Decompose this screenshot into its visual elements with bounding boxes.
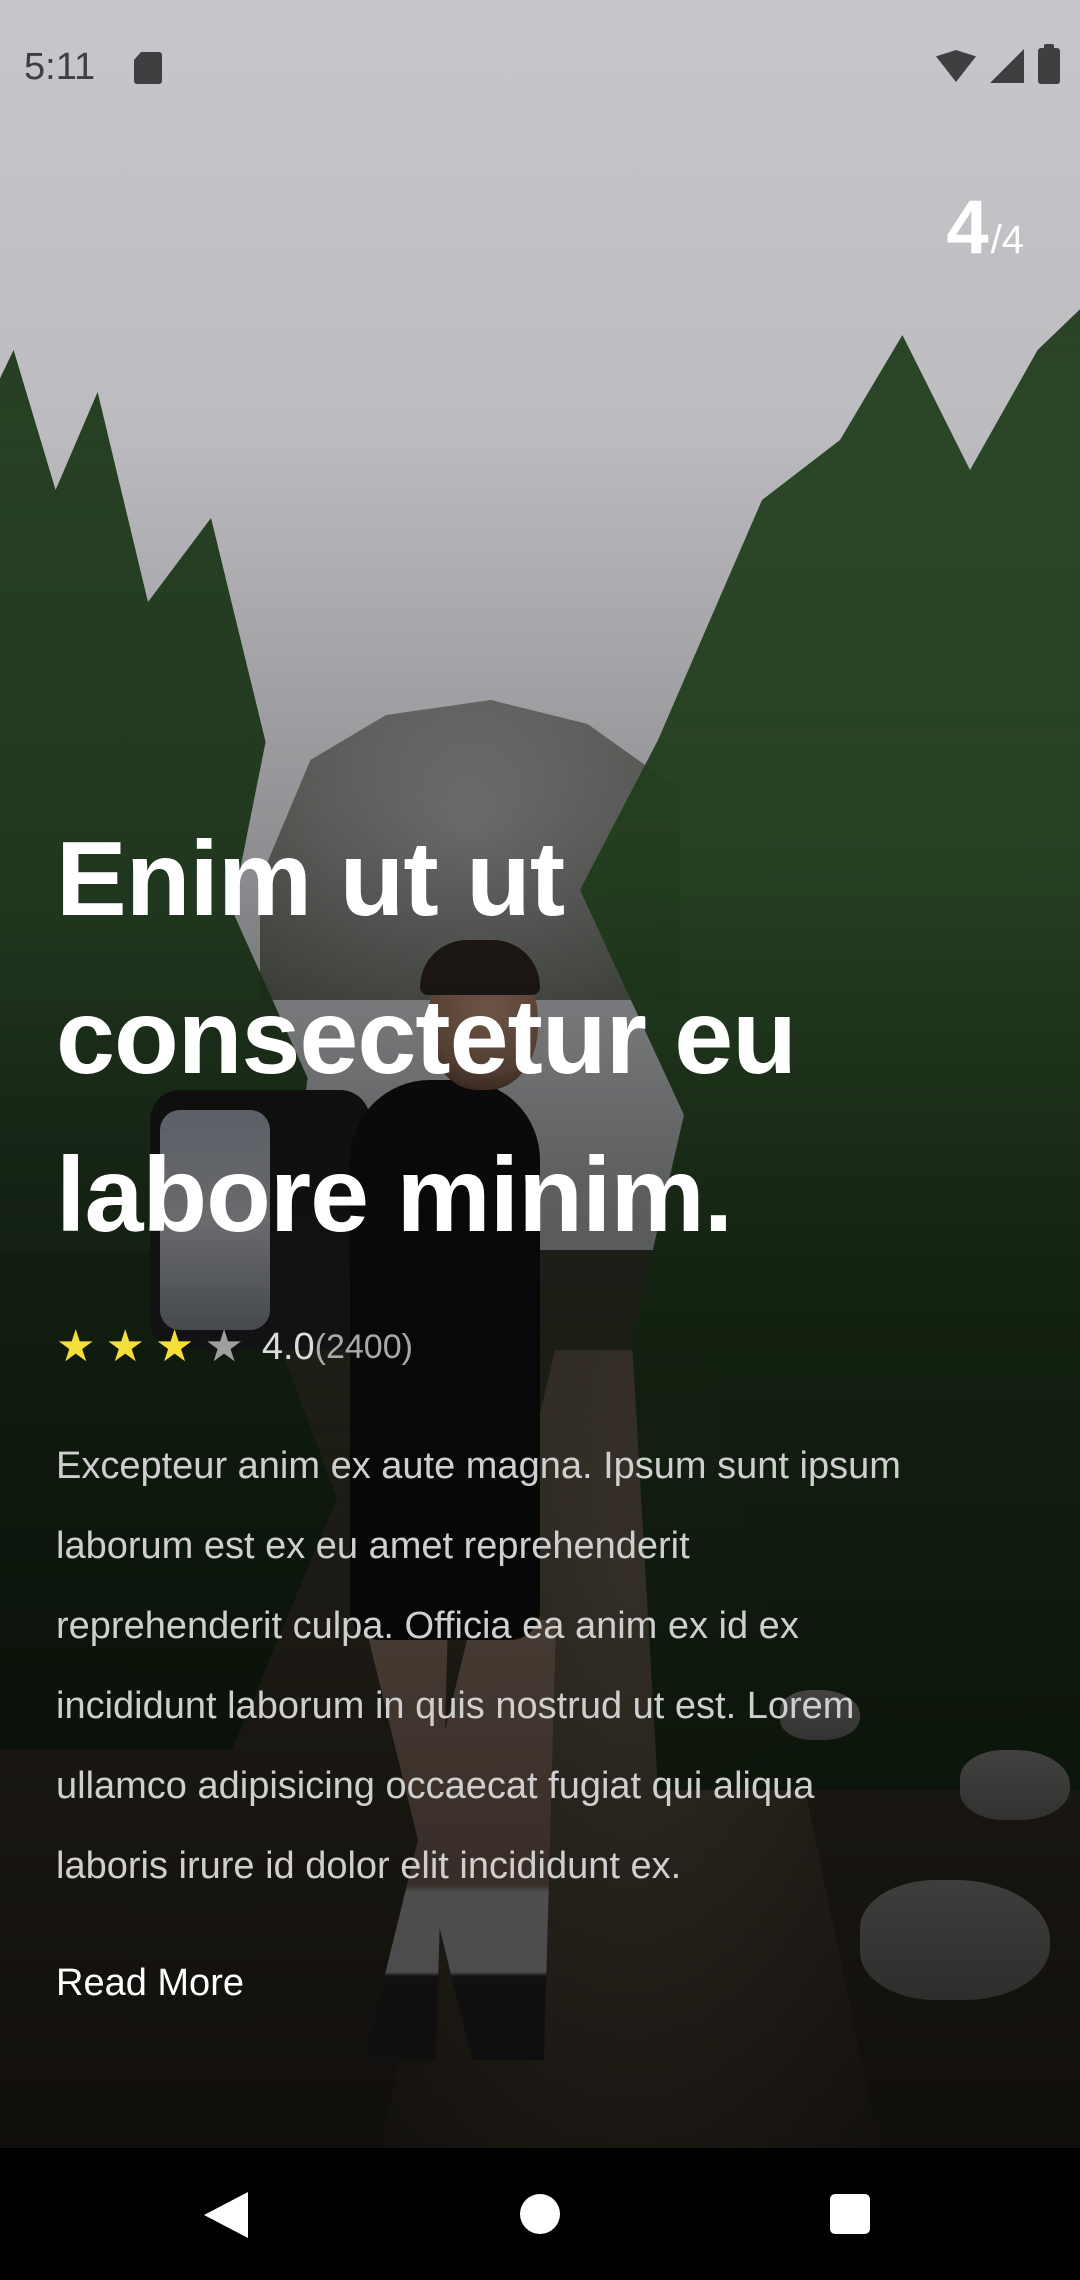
home-icon[interactable] <box>520 2194 560 2234</box>
cell-signal-icon <box>990 49 1024 83</box>
star-filled-icon: ★ <box>56 1321 96 1372</box>
read-more-link[interactable]: Read More <box>56 1962 244 2005</box>
onboarding-screen: 5:11 4 /4 Enim ut ut consectetur eu labo… <box>0 0 1080 2148</box>
status-icons <box>936 44 1060 84</box>
back-icon[interactable] <box>204 2192 248 2238</box>
page-counter-total: /4 <box>990 218 1024 262</box>
rating-value: 4.0 <box>261 1325 315 1368</box>
page-counter-current: 4 <box>946 185 989 270</box>
article-content: Enim ut ut consectetur eu labore minim. … <box>56 800 956 2005</box>
star-filled-icon: ★ <box>154 1321 195 1372</box>
system-navigation-bar <box>0 2148 1080 2280</box>
battery-icon <box>1038 44 1060 84</box>
rating: ★ ★ ★ ★ 4.0 (2400) <box>56 1322 956 1372</box>
star-filled-icon: ★ <box>105 1321 145 1372</box>
rating-count: (2400) <box>314 1327 413 1366</box>
status-bar: 5:11 <box>0 0 1080 140</box>
star-empty-icon: ★ <box>204 1321 244 1372</box>
wifi-icon <box>936 50 976 82</box>
article-title: Enim ut ut consectetur eu labore minim. <box>56 820 797 1254</box>
sd-card-icon <box>134 52 162 84</box>
article-description: Excepteur anim ex aute magna. Ipsum sunt… <box>56 1445 901 1887</box>
page-counter: 4 /4 <box>946 190 1024 266</box>
status-time: 5:11 <box>24 46 96 88</box>
recents-icon[interactable] <box>830 2194 870 2234</box>
